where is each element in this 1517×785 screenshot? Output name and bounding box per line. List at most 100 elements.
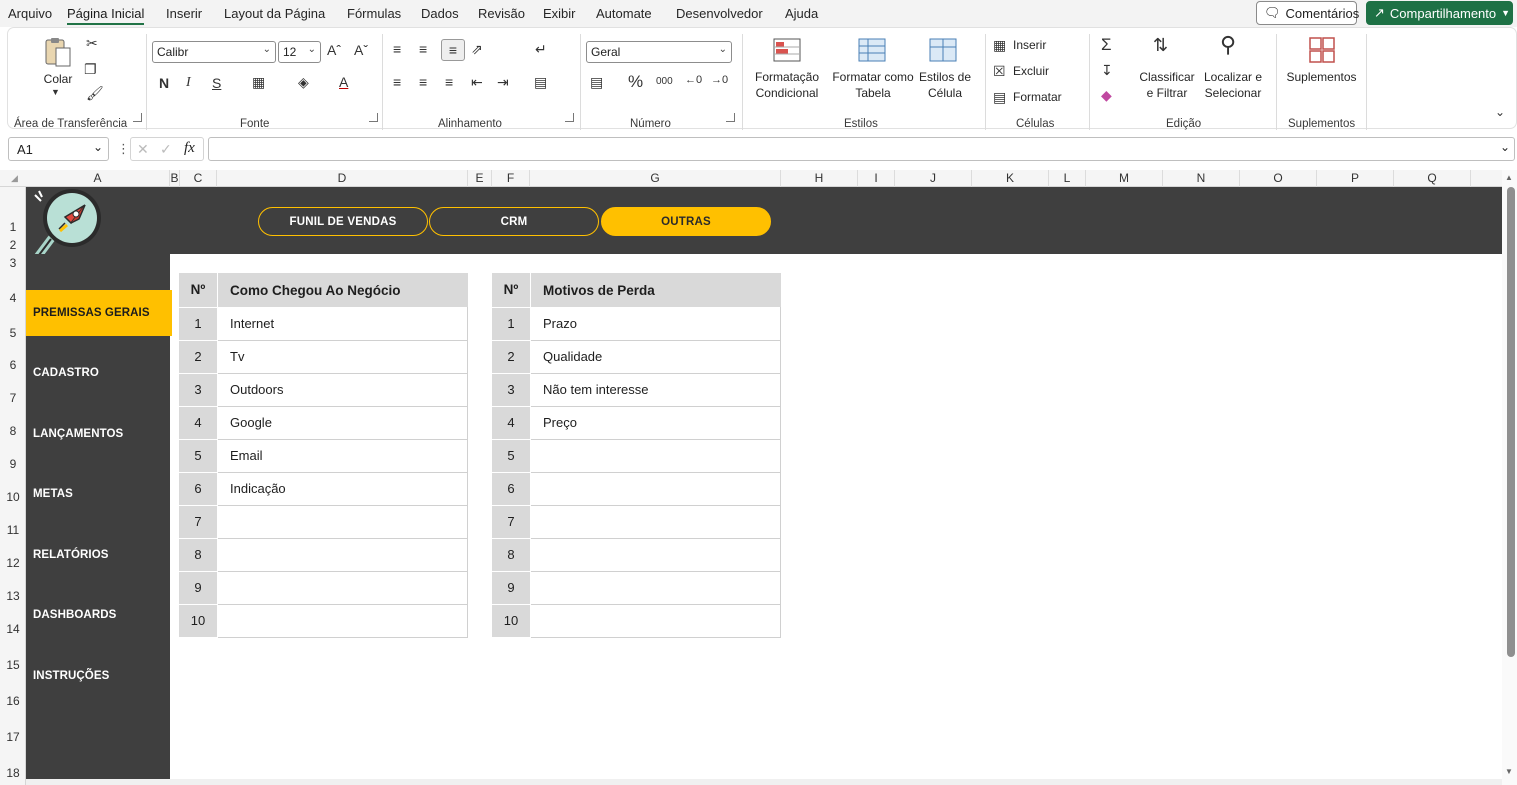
- chevron-down-icon[interactable]: ⌄: [93, 140, 103, 154]
- font-color-icon[interactable]: A: [339, 75, 348, 89]
- insert-cells-label[interactable]: Inserir: [1013, 38, 1046, 52]
- row-number[interactable]: 1: [179, 307, 217, 341]
- select-all-icon[interactable]: ◢: [11, 173, 18, 184]
- row-header[interactable]: 5: [0, 326, 26, 340]
- increase-font-icon[interactable]: Aˆ: [327, 43, 341, 57]
- row-number[interactable]: 3: [179, 373, 217, 407]
- addins-label[interactable]: Suplementos: [1284, 70, 1359, 84]
- row-number[interactable]: 5: [492, 439, 530, 473]
- sort-filter-label-2[interactable]: e Filtrar: [1138, 86, 1196, 100]
- orientation-icon[interactable]: ⇗: [471, 42, 483, 56]
- menu-automate[interactable]: Automate: [596, 6, 652, 21]
- find-select-label-1[interactable]: Localizar e: [1202, 70, 1264, 84]
- column-header[interactable]: I: [858, 170, 895, 187]
- row-header[interactable]: 18: [0, 766, 26, 780]
- sort-filter-icon[interactable]: ⇅: [1153, 36, 1168, 54]
- menu-layout-da-pagina[interactable]: Layout da Página: [224, 6, 325, 21]
- loss-reason-cell[interactable]: [531, 439, 781, 473]
- menu-revisao[interactable]: Revisão: [478, 6, 525, 21]
- sort-filter-label-1[interactable]: Classificar: [1138, 70, 1196, 84]
- paste-label[interactable]: Colar: [42, 72, 74, 86]
- column-header[interactable]: E: [468, 170, 492, 187]
- format-as-table-label-2[interactable]: Tabela: [830, 86, 916, 100]
- row-header[interactable]: 16: [0, 694, 26, 708]
- name-box[interactable]: A1 ⌄: [8, 137, 109, 161]
- cancel-icon[interactable]: ✕: [137, 141, 149, 158]
- enter-icon[interactable]: ✓: [160, 141, 172, 158]
- increase-indent-icon[interactable]: ⇥: [497, 75, 509, 89]
- row-number[interactable]: 9: [492, 571, 530, 605]
- column-header-number[interactable]: Nº: [179, 273, 217, 308]
- collapse-ribbon-icon[interactable]: ⌄: [1495, 106, 1505, 118]
- row-header[interactable]: 6: [0, 358, 26, 372]
- accounting-format-icon[interactable]: ▤: [590, 75, 603, 89]
- row-number[interactable]: 4: [179, 406, 217, 440]
- fill-icon[interactable]: ↧: [1101, 63, 1113, 77]
- row-header[interactable]: 7: [0, 391, 26, 405]
- format-as-table-label-1[interactable]: Formatar como: [830, 70, 916, 84]
- align-right-icon[interactable]: ≡: [445, 75, 453, 89]
- loss-reason-cell[interactable]: [531, 538, 781, 572]
- loss-reason-cell[interactable]: [531, 604, 781, 638]
- origin-cell[interactable]: [218, 505, 468, 539]
- menu-exibir[interactable]: Exibir: [543, 6, 576, 21]
- column-header[interactable]: B: [170, 170, 180, 187]
- font-launcher-icon[interactable]: [369, 113, 378, 122]
- row-number[interactable]: 8: [179, 538, 217, 572]
- format-painter-icon[interactable]: 🖌: [86, 86, 104, 100]
- sidebar-item-premissas-gerais[interactable]: PREMISSAS GERAIS: [26, 290, 172, 336]
- origin-cell[interactable]: [218, 604, 468, 638]
- conditional-formatting-icon[interactable]: [773, 38, 801, 64]
- format-cells-icon[interactable]: ▤: [993, 90, 1006, 104]
- cell-styles-label-1[interactable]: Estilos de: [917, 70, 973, 84]
- row-number[interactable]: 6: [492, 472, 530, 506]
- sidebar-item-lancamentos[interactable]: LANÇAMENTOS: [26, 411, 172, 457]
- row-number[interactable]: 7: [492, 505, 530, 539]
- paste-icon[interactable]: [42, 36, 74, 68]
- scroll-up-icon[interactable]: ▲: [1505, 173, 1513, 182]
- row-number[interactable]: 10: [492, 604, 530, 638]
- wrap-text-icon[interactable]: ↵: [535, 42, 547, 56]
- menu-desenvolvedor[interactable]: Desenvolvedor: [676, 6, 763, 21]
- decrease-font-icon[interactable]: Aˇ: [354, 43, 368, 57]
- decrease-decimal-icon[interactable]: →0: [711, 75, 728, 86]
- sidebar-item-metas[interactable]: METAS: [26, 471, 172, 517]
- conditional-formatting-label-2[interactable]: Condicional: [746, 86, 828, 100]
- loss-reason-cell[interactable]: [531, 472, 781, 506]
- number-format-select[interactable]: Geral ⌄: [586, 41, 732, 63]
- formula-bar-options-icon[interactable]: ⋮: [117, 141, 130, 157]
- increase-decimal-icon[interactable]: ←0: [685, 75, 702, 86]
- column-header[interactable]: Q: [1394, 170, 1471, 187]
- borders-icon[interactable]: ▦: [252, 75, 265, 89]
- origin-cell[interactable]: Tv: [218, 340, 468, 374]
- column-header[interactable]: L: [1049, 170, 1086, 187]
- cut-icon[interactable]: ✂: [86, 36, 98, 50]
- row-header[interactable]: 1: [0, 220, 26, 234]
- sidebar-item-cadastro[interactable]: CADASTRO: [26, 350, 172, 396]
- row-number[interactable]: 2: [492, 340, 530, 374]
- delete-cells-icon[interactable]: ☒: [993, 64, 1006, 78]
- format-cells-label[interactable]: Formatar: [1013, 90, 1062, 104]
- column-header-loss-reason[interactable]: Motivos de Perda: [531, 273, 781, 307]
- delete-cells-label[interactable]: Excluir: [1013, 64, 1049, 78]
- origin-cell[interactable]: Google: [218, 406, 468, 440]
- merge-center-icon[interactable]: ▤: [534, 75, 547, 89]
- horizontal-scrollbar[interactable]: [26, 779, 1502, 785]
- row-number[interactable]: 4: [492, 406, 530, 440]
- clipboard-launcher-icon[interactable]: [133, 113, 142, 122]
- scroll-down-icon[interactable]: ▼: [1505, 767, 1513, 776]
- fill-color-icon[interactable]: ◈: [298, 75, 309, 89]
- align-left-icon[interactable]: ≡: [393, 75, 401, 89]
- column-header[interactable]: J: [895, 170, 972, 187]
- row-header[interactable]: 11: [0, 523, 26, 537]
- cell-styles-icon[interactable]: [929, 38, 959, 66]
- percent-button[interactable]: %: [628, 73, 643, 90]
- column-header-number[interactable]: Nº: [492, 273, 530, 308]
- font-size-select[interactable]: 12 ⌄: [278, 41, 321, 63]
- column-header[interactable]: A: [26, 170, 170, 187]
- loss-reason-cell[interactable]: Qualidade: [531, 340, 781, 374]
- alignment-launcher-icon[interactable]: [565, 113, 574, 122]
- row-header[interactable]: 15: [0, 658, 26, 672]
- align-middle-icon[interactable]: ≡: [419, 42, 427, 56]
- menu-inserir[interactable]: Inserir: [166, 6, 202, 21]
